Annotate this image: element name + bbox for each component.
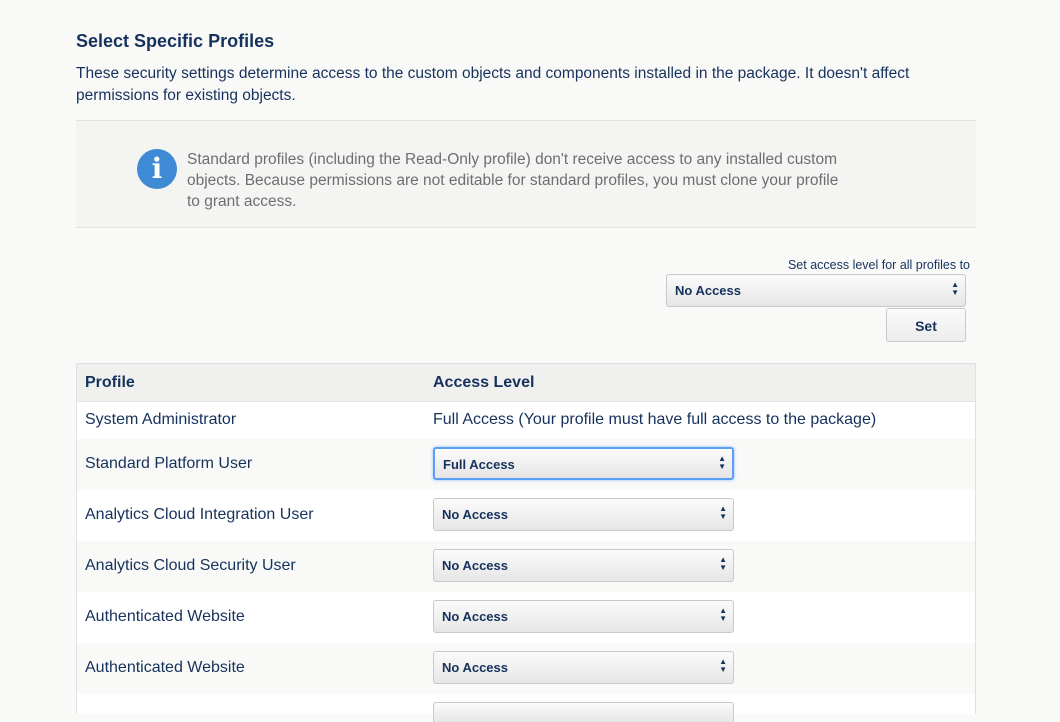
select-arrows-icon: ▲ ▼ (719, 606, 727, 623)
access-level-select[interactable]: No Access ▲ ▼ (433, 498, 734, 531)
table-row (77, 694, 975, 722)
column-header-access-level: Access Level (433, 374, 535, 391)
table-row: Authenticated Website No Access ▲ ▼ (77, 592, 975, 643)
access-level-select[interactable]: Full Access ▲ ▼ (433, 447, 734, 480)
access-level-select-value: No Access (442, 660, 508, 675)
bulk-access-label: Set access level for all profiles to (787, 258, 970, 272)
profiles-table: Profile Access Level System Administrato… (76, 363, 976, 722)
profile-name: Standard Platform User (85, 455, 253, 472)
profile-name: Analytics Cloud Security User (85, 557, 296, 574)
select-arrows-icon: ▲ ▼ (719, 657, 727, 674)
access-level-text: Full Access (Your profile must have full… (433, 411, 877, 428)
table-row: Standard Platform User Full Access ▲ ▼ (77, 439, 975, 490)
access-level-select-value: No Access (442, 609, 508, 624)
select-arrows-icon: ▲ ▼ (719, 504, 727, 521)
info-text: Standard profiles (including the Read-On… (187, 151, 839, 210)
profile-name: Analytics Cloud Integration User (85, 506, 314, 523)
access-level-select[interactable]: No Access ▲ ▼ (433, 651, 734, 684)
info-icon: i (137, 149, 177, 189)
access-level-select[interactable] (433, 702, 734, 722)
profile-name: Authenticated Website (85, 659, 245, 676)
access-level-select-value: No Access (442, 507, 508, 522)
bulk-access-select[interactable]: No Access ▲ ▼ (666, 274, 966, 307)
access-level-select-value: No Access (442, 558, 508, 573)
select-arrows-icon: ▲ ▼ (719, 555, 727, 572)
bulk-access-select-value: No Access (675, 283, 741, 298)
page-title: Select Specific Profiles (76, 31, 275, 51)
profile-name: Authenticated Website (85, 608, 245, 625)
table-row: Authenticated Website No Access ▲ ▼ (77, 643, 975, 694)
select-arrows-icon: ▲ ▼ (951, 280, 959, 297)
table-row: System Administrator Full Access (Your p… (77, 402, 975, 439)
select-arrows-icon: ▲ ▼ (718, 454, 726, 471)
info-box: i Standard profiles (including the Read-… (76, 120, 976, 228)
access-level-select[interactable]: No Access ▲ ▼ (433, 600, 734, 633)
column-header-profile: Profile (85, 374, 135, 391)
table-row: Analytics Cloud Security User No Access … (77, 541, 975, 592)
set-button[interactable]: Set (886, 308, 966, 342)
page-description: These security settings determine access… (76, 65, 910, 104)
access-level-select-value: Full Access (443, 457, 515, 472)
access-level-select[interactable]: No Access ▲ ▼ (433, 549, 734, 582)
table-row: Analytics Cloud Integration User No Acce… (77, 490, 975, 541)
profile-name: System Administrator (85, 411, 237, 428)
table-header: Profile Access Level (77, 364, 975, 402)
